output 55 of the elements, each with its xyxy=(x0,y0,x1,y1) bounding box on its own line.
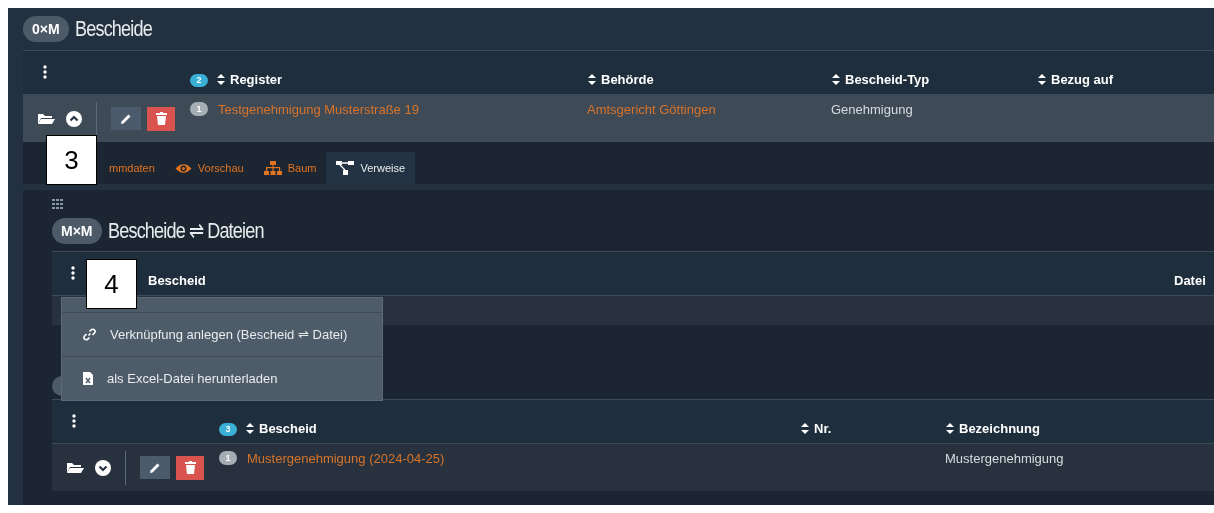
column-header[interactable]: Bezug auf xyxy=(1037,72,1114,87)
folder-icon[interactable] xyxy=(37,112,55,125)
tab[interactable]: Verweise xyxy=(326,152,416,184)
table-cell: Mustergenehmigung xyxy=(945,451,1064,466)
index-badge: 1 xyxy=(190,102,208,116)
sort-icon xyxy=(587,73,597,86)
kebab-menu-icon[interactable] xyxy=(72,414,76,428)
column-header[interactable]: Register xyxy=(216,72,283,87)
section-title: Bescheide ⇌ Dateien xyxy=(107,218,264,244)
link-icon xyxy=(83,328,96,341)
column-header[interactable]: Bescheid xyxy=(245,421,317,436)
menu-item[interactable]: Verknüpfung anlegen (Bescheid ⇌ Datei) xyxy=(62,312,382,356)
column-header[interactable]: Behörde xyxy=(587,72,654,87)
folder-icon[interactable] xyxy=(66,461,84,474)
pencil-icon xyxy=(149,461,161,474)
sort-icon xyxy=(216,73,226,86)
section-title: Bescheide xyxy=(74,16,152,42)
sort-icon xyxy=(245,422,255,435)
menu-item[interactable]: als Excel-Datei herunterladen xyxy=(62,356,382,400)
column-header[interactable]: Bescheid-Typ xyxy=(831,72,930,87)
index-badge: 1 xyxy=(219,451,237,465)
chevron-icon[interactable] xyxy=(66,110,82,127)
hierarchy-icon xyxy=(263,161,282,175)
edit-button[interactable] xyxy=(140,456,170,479)
step-number: 4 xyxy=(86,259,137,309)
sort-icon xyxy=(945,422,955,435)
sort-icon xyxy=(1037,73,1047,86)
relation-type-badge: M×M xyxy=(52,218,102,244)
trash-icon xyxy=(155,112,167,125)
kebab-menu-icon[interactable] xyxy=(43,65,47,79)
step-number: 3 xyxy=(46,135,97,185)
sort-icon xyxy=(831,73,841,86)
network-icon xyxy=(336,161,355,175)
delete-button[interactable] xyxy=(176,455,204,480)
count-badge: 3 xyxy=(219,423,237,436)
table-cell: Genehmigung xyxy=(831,102,913,117)
tab[interactable]: Baum xyxy=(253,152,327,184)
spreadsheet-file-icon xyxy=(83,372,93,385)
relation-type-badge: 0×M xyxy=(23,16,69,42)
tab[interactable]: mmdaten xyxy=(99,152,165,184)
column-header[interactable]: Bescheid xyxy=(148,273,206,288)
eye-icon xyxy=(174,162,192,174)
sort-icon xyxy=(800,422,810,435)
column-header[interactable]: Datei xyxy=(1174,273,1206,288)
count-badge: 2 xyxy=(190,74,208,87)
pencil-icon xyxy=(120,112,132,125)
chevron-icon[interactable] xyxy=(95,459,111,476)
edit-button[interactable] xyxy=(111,107,141,130)
column-header[interactable]: Nr. xyxy=(800,421,832,436)
column-header[interactable]: Bezeichnung xyxy=(945,421,1040,436)
kebab-menu-icon[interactable] xyxy=(71,266,75,280)
tab[interactable]: Vorschau xyxy=(164,152,254,184)
delete-button[interactable] xyxy=(147,106,175,131)
link[interactable]: Mustergenehmigung (2024-04-25) xyxy=(247,451,445,466)
trash-icon xyxy=(184,461,196,474)
